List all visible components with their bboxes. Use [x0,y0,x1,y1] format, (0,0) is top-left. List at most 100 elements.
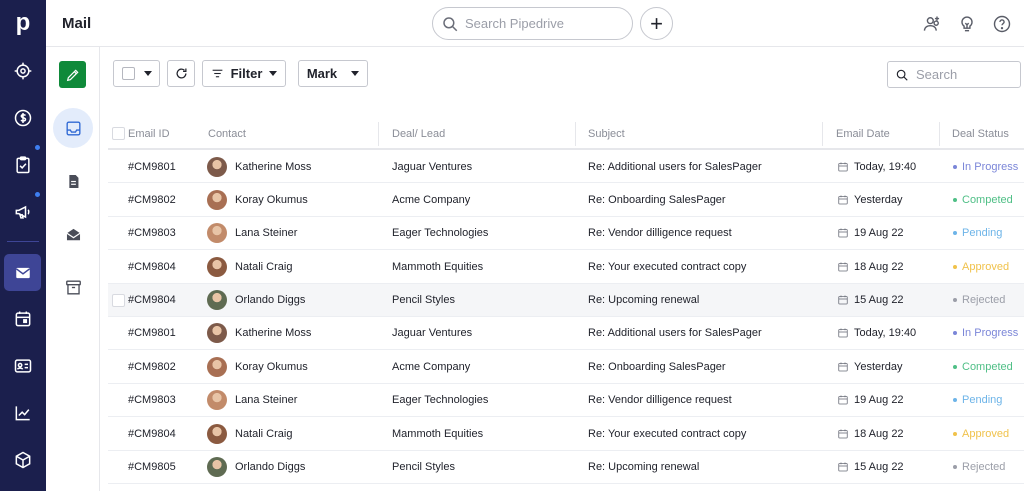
email-id: #CM9803 [128,394,176,407]
contact-cell[interactable]: Koray Okumus [207,183,308,216]
table-row[interactable]: #CM9804 Natali Craig Mammoth Equities Re… [108,250,1024,284]
status-badge: In Progress [953,317,1018,350]
deal-lead[interactable]: Pencil Styles [392,284,455,317]
email-date: 18 Aug 22 [837,250,904,283]
column-header-contact[interactable]: Contact [200,117,246,150]
table-row[interactable]: #CM9804 Orlando Diggs Pencil Styles Re: … [108,283,1024,317]
row-checkbox[interactable] [112,293,125,307]
subject[interactable]: Re: Onboarding SalesPager [588,183,726,216]
contact-cell[interactable]: Katherine Moss [207,317,311,350]
contact-name: Katherine Moss [235,160,312,173]
compose-button[interactable] [59,61,86,88]
contact-cell[interactable]: Koray Okumus [207,350,308,383]
folder-sent[interactable] [53,214,93,254]
global-search-input[interactable] [465,16,615,31]
subject[interactable]: Re: Upcoming renewal [588,284,699,317]
subject[interactable]: Re: Your executed contract copy [588,417,746,450]
mail-folders [46,47,100,491]
nav-calendar-icon[interactable] [4,300,41,337]
column-header-subject[interactable]: Subject [580,117,625,150]
calendar-icon [838,162,848,171]
subject[interactable]: Re: Upcoming renewal [588,451,699,484]
table-row[interactable]: #CM9802 Koray Okumus Acme Company Re: On… [108,183,1024,217]
deal-lead[interactable]: Pencil Styles [392,451,455,484]
subject[interactable]: Re: Vendor dilligence request [588,384,732,417]
nav-target-icon[interactable] [4,52,41,89]
contact-cell[interactable]: Natali Craig [207,250,292,283]
deal-lead[interactable]: Eager Technologies [392,384,488,417]
column-header-deal-lead[interactable]: Deal/ Lead [384,117,445,150]
table-row[interactable]: #CM9801 Katherine Moss Jaguar Ventures R… [108,150,1024,184]
mark-button[interactable]: Mark [298,60,368,87]
calendar-icon [838,228,848,238]
deal-lead[interactable]: Mammoth Equities [392,250,483,283]
notification-dot [35,192,40,197]
contact-cell[interactable]: Orlando Diggs [207,451,305,484]
folder-drafts[interactable] [53,161,93,201]
select-all-checkbox[interactable] [121,67,135,80]
column-divider [575,122,576,146]
global-search[interactable] [432,7,633,40]
help-icon[interactable] [990,12,1014,36]
contact-name: Natali Craig [235,427,293,440]
nav-contact-card-icon[interactable] [4,347,41,384]
status-dot [953,331,957,336]
contact-cell[interactable]: Natali Craig [207,417,292,450]
invite-users-icon[interactable] [920,12,944,36]
select-all-dropdown[interactable] [113,60,160,87]
column-header-email-id[interactable]: Email ID [120,117,170,150]
deal-lead[interactable]: Acme Company [392,183,470,216]
quick-add-button[interactable]: + [640,7,673,40]
nav-clipboard-icon[interactable] [4,145,41,183]
column-header-deal-status[interactable]: Deal Status [944,117,1009,150]
refresh-button[interactable] [167,60,195,87]
status-text: Rejected [962,294,1006,307]
subject[interactable]: Re: Additional users for SalesPager [588,150,762,183]
status-text: Approved [962,260,1010,273]
email-date-text: 18 Aug 22 [854,260,904,273]
lightbulb-icon[interactable] [955,12,979,36]
nav-chart-icon[interactable] [4,394,41,431]
pipedrive-logo[interactable]: p [0,0,46,46]
contact-cell[interactable]: Katherine Moss [207,150,311,183]
avatar [207,290,227,311]
deal-lead[interactable]: Mammoth Equities [392,417,483,450]
mail-search[interactable] [887,61,1021,88]
table-row[interactable]: #CM9801 Katherine Moss Jaguar Ventures R… [108,317,1024,351]
deal-lead[interactable]: Jaguar Ventures [392,150,472,183]
table-row[interactable]: #CM9803 Lana Steiner Eager Technologies … [108,217,1024,251]
nav-megaphone-icon[interactable] [4,192,41,230]
contact-cell[interactable]: Lana Steiner [207,217,297,250]
subject[interactable]: Re: Vendor dilligence request [588,217,732,250]
email-id: #CM9804 [128,294,176,307]
table-row[interactable]: #CM9803 Lana Steiner Eager Technologies … [108,384,1024,418]
contact-cell[interactable]: Lana Steiner [207,384,297,417]
filter-button[interactable]: Filter [202,60,286,87]
nav-dollar-icon[interactable] [4,99,41,136]
avatar [207,457,227,478]
status-badge: Pending [953,217,1002,250]
deal-lead[interactable]: Acme Company [392,350,470,383]
contact-name: Orlando Diggs [235,294,306,307]
column-header-email-date[interactable]: Email Date [828,117,890,150]
calendar-icon [838,362,848,372]
deal-lead[interactable]: Eager Technologies [392,217,488,250]
table-row[interactable]: #CM9805 Orlando Diggs Pencil Styles Re: … [108,451,1024,484]
subject[interactable]: Re: Additional users for SalesPager [588,317,762,350]
subject[interactable]: Re: Your executed contract copy [588,250,746,283]
folder-archive[interactable] [53,267,93,307]
nav-mail-icon[interactable] [4,254,41,291]
table-row[interactable]: #CM9804 Natali Craig Mammoth Equities Re… [108,417,1024,451]
mail-search-input[interactable] [916,67,1016,82]
column-divider [822,122,823,146]
avatar [207,223,227,244]
email-id: #CM9803 [128,227,176,240]
deal-lead[interactable]: Jaguar Ventures [392,317,472,350]
folder-inbox[interactable] [53,108,93,148]
subject[interactable]: Re: Onboarding SalesPager [588,350,726,383]
status-dot [953,231,957,236]
table-row[interactable]: #CM9802 Koray Okumus Acme Company Re: On… [108,350,1024,384]
chevron-down-icon [143,71,152,76]
nav-box-icon[interactable] [4,441,41,478]
contact-cell[interactable]: Orlando Diggs [207,284,305,317]
